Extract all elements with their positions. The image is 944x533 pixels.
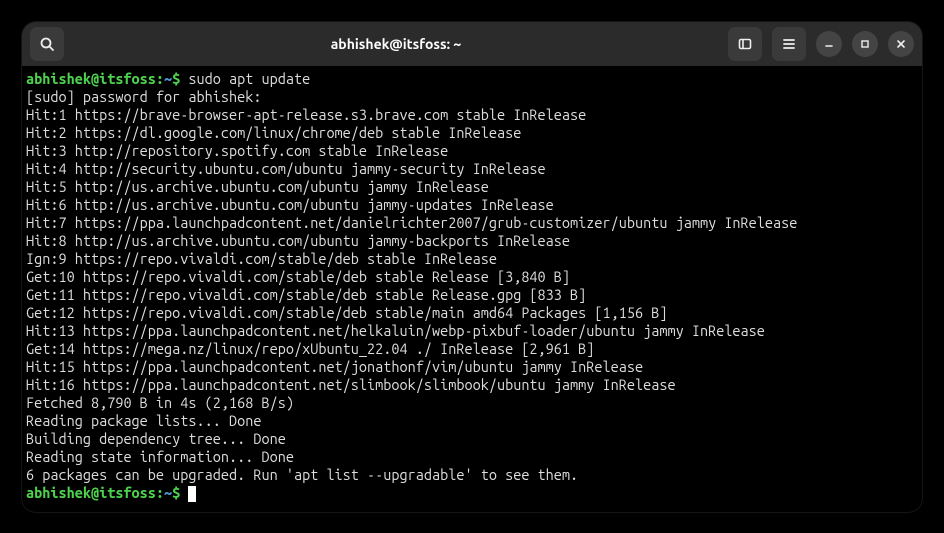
titlebar: abhishek@itsfoss: ~ xyxy=(22,22,922,66)
maximize-button[interactable] xyxy=(852,31,878,57)
output-line: Hit:3 http://repository.spotify.com stab… xyxy=(26,142,918,160)
prompt-symbol: $ xyxy=(172,70,180,87)
tab-icon xyxy=(737,36,753,52)
output-line: Reading state information... Done xyxy=(26,448,918,466)
output-line: Hit:2 https://dl.google.com/linux/chrome… xyxy=(26,124,918,142)
output-line: Hit:7 https://ppa.launchpadcontent.net/d… xyxy=(26,214,918,232)
prompt-user-host: abhishek@itsfoss xyxy=(26,484,156,501)
output-line: Hit:16 https://ppa.launchpadcontent.net/… xyxy=(26,376,918,394)
close-button[interactable] xyxy=(888,31,914,57)
search-button[interactable] xyxy=(30,27,64,61)
output-line: Hit:4 http://security.ubuntu.com/ubuntu … xyxy=(26,160,918,178)
output-line: [sudo] password for abhishek: xyxy=(26,88,918,106)
prompt-path: ~ xyxy=(164,70,172,87)
output-line: Hit:15 https://ppa.launchpadcontent.net/… xyxy=(26,358,918,376)
minimize-icon xyxy=(823,38,835,50)
search-icon xyxy=(39,36,55,52)
output-line: Reading package lists... Done xyxy=(26,412,918,430)
output-line: Hit:1 https://brave-browser-apt-release.… xyxy=(26,106,918,124)
window-title: abhishek@itsfoss: ~ xyxy=(64,36,728,52)
prompt-path: ~ xyxy=(164,484,172,501)
close-icon xyxy=(895,38,907,50)
output-line: Hit:8 http://us.archive.ubuntu.com/ubunt… xyxy=(26,232,918,250)
window-controls xyxy=(728,27,914,61)
output-line: Hit:13 https://ppa.launchpadcontent.net/… xyxy=(26,322,918,340)
menu-button[interactable] xyxy=(772,27,806,61)
output-line: Building dependency tree... Done xyxy=(26,430,918,448)
prompt-symbol: $ xyxy=(172,484,180,501)
prompt-user-host: abhishek@itsfoss xyxy=(26,70,156,87)
terminal-area[interactable]: abhishek@itsfoss:~$ sudo apt update[sudo… xyxy=(22,66,922,512)
command-text: sudo apt update xyxy=(188,70,310,87)
output-line: Get:10 https://repo.vivaldi.com/stable/d… xyxy=(26,268,918,286)
output-line: Fetched 8,790 B in 4s (2,168 B/s) xyxy=(26,394,918,412)
output-line: Ign:9 https://repo.vivaldi.com/stable/de… xyxy=(26,250,918,268)
output-line: Get:11 https://repo.vivaldi.com/stable/d… xyxy=(26,286,918,304)
output-line: 6 packages can be upgraded. Run 'apt lis… xyxy=(26,466,918,484)
cursor xyxy=(188,486,196,502)
terminal-window: abhishek@itsfoss: ~ xyxy=(22,22,922,512)
minimize-button[interactable] xyxy=(816,31,842,57)
hamburger-icon xyxy=(781,36,797,52)
output-line: Hit:5 http://us.archive.ubuntu.com/ubunt… xyxy=(26,178,918,196)
output-line: Get:14 https://mega.nz/linux/repo/xUbunt… xyxy=(26,340,918,358)
maximize-icon xyxy=(859,38,871,50)
new-tab-button[interactable] xyxy=(728,27,762,61)
output-line: Get:12 https://repo.vivaldi.com/stable/d… xyxy=(26,304,918,322)
output-line: Hit:6 http://us.archive.ubuntu.com/ubunt… xyxy=(26,196,918,214)
